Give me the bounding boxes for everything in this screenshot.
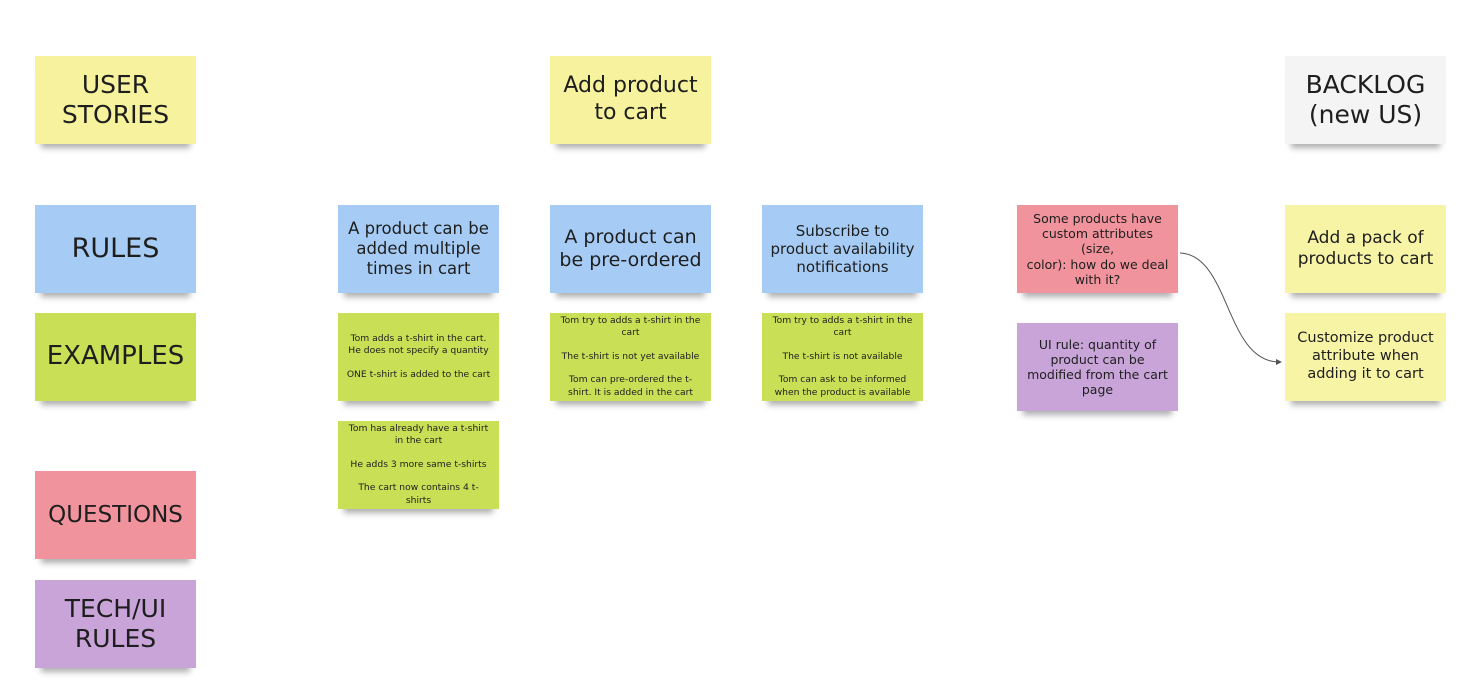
connector-path[interactable] [1179,252,1279,363]
sticky-label: RULES [71,232,160,264]
legend-examples[interactable]: EXAMPLES [35,313,196,401]
rule-sticky[interactable]: A product can be pre-ordered [550,205,711,293]
question-sticky[interactable]: Some products have custom attributes (si… [1017,205,1178,293]
sticky-label: TECH/UI RULES [64,593,167,654]
backlog-item-sticky[interactable]: Add a pack of products to cart [1285,205,1446,293]
example-line: ONE t-shirt is added to the cart [346,368,491,380]
example-sticky[interactable]: Tom try to adds a t-shirt in the cart Th… [762,313,923,401]
legend-user-stories[interactable]: USER STORIES [35,56,196,144]
sticky-label: UI rule: quantity of product can be modi… [1027,336,1168,398]
example-line: Tom try to adds a t-shirt in the cart [772,314,913,339]
example-line: The t-shirt is not available [782,350,903,362]
example-line: Tom can ask to be informed when the prod… [774,374,911,398]
example-line: He adds 3 more same t-shirts [350,458,487,470]
sticky-label: BACKLOG (new US) [1305,69,1426,130]
sticky-label: Customize product attribute when adding … [1297,330,1434,382]
rule-sticky[interactable]: Subscribe to product availability notifi… [762,205,923,293]
sticky-label: A product can be pre-ordered [559,225,702,271]
example-line: Tom has already have a t-shirt in the ca… [348,422,489,447]
example-line: Tom adds a t-shirt in the cart. He does … [348,332,489,357]
connector-arrow[interactable] [0,0,1473,698]
sticky-label: EXAMPLES [46,341,185,372]
sticky-label: Subscribe to product availability notifi… [770,221,915,277]
sticky-label: QUESTIONS [48,501,183,528]
sticky-label: Add product to cart [563,73,698,125]
sticky-label: Add a pack of products to cart [1297,228,1434,269]
rule-sticky[interactable]: A product can be added multiple times in… [338,205,499,293]
example-line: The t-shirt is not yet available [561,350,700,362]
example-sticky[interactable]: Tom try to adds a t-shirt in the cart Th… [550,313,711,401]
backlog-item-sticky[interactable]: Customize product attribute when adding … [1285,313,1446,401]
sticky-label: USER STORIES [61,69,170,130]
arrowhead-icon [1276,359,1282,365]
example-line: Tom can pre-ordered the t-shirt. It is a… [568,374,693,398]
sticky-label: Some products have custom attributes (si… [1026,210,1169,287]
user-story-sticky[interactable]: Add product to cart [550,56,711,144]
tech-rule-sticky[interactable]: UI rule: quantity of product can be modi… [1017,323,1178,411]
example-line: Tom try to adds a t-shirt in the cart [560,314,701,339]
legend-rules[interactable]: RULES [35,205,196,293]
example-line: The cart now contains 4 t-shirts [358,482,479,506]
example-sticky[interactable]: Tom has already have a t-shirt in the ca… [338,421,499,509]
backlog-header-sticky[interactable]: BACKLOG (new US) [1285,56,1446,144]
example-sticky[interactable]: Tom adds a t-shirt in the cart. He does … [338,313,499,401]
legend-tech-ui-rules[interactable]: TECH/UI RULES [35,580,196,668]
sticky-label: A product can be added multiple times in… [348,218,489,279]
legend-questions[interactable]: QUESTIONS [35,471,196,559]
